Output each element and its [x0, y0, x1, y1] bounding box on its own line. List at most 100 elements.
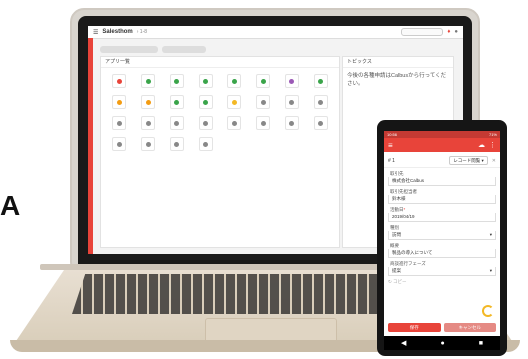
record-header: # 1 レコード閲覧 ▾ ✕ — [384, 152, 500, 168]
app-icon — [227, 74, 242, 88]
app-tile[interactable] — [165, 137, 190, 152]
app-icon — [313, 74, 328, 88]
app-tile[interactable] — [222, 116, 247, 131]
app-icon — [141, 74, 156, 88]
record-mode-select[interactable]: レコード閲覧 ▾ — [449, 156, 488, 165]
field-input[interactable]: 株式会社Calbus — [388, 177, 496, 186]
more-icon[interactable]: ⋮ — [489, 141, 496, 149]
app-tile[interactable] — [165, 116, 190, 131]
app-tile[interactable] — [280, 116, 305, 131]
app-icon — [256, 74, 271, 88]
app-tile[interactable] — [136, 74, 161, 89]
app-topbar: ☰ Salesthom › 1-8 ♦ ● — [88, 26, 463, 39]
app-icon — [169, 137, 184, 151]
app-tile[interactable] — [222, 95, 247, 110]
field-label: 取引先 — [390, 171, 404, 176]
field-label: 活動日* — [390, 207, 406, 212]
save-button[interactable]: 保存 — [388, 323, 441, 332]
filter-pill-1[interactable] — [100, 45, 158, 53]
form-field: 取引先担当者 鈴木様 — [388, 187, 496, 204]
field-label: 種別 — [390, 225, 399, 230]
app-icon — [112, 137, 127, 151]
app-tile[interactable] — [251, 74, 276, 89]
field-select[interactable]: 訪問 ▾ — [388, 231, 496, 240]
form-field: 取引先 株式会社Calbus — [388, 169, 496, 186]
app-tile[interactable] — [193, 137, 218, 152]
hamburger-icon[interactable]: ≡ — [388, 141, 393, 150]
app-tile[interactable] — [165, 95, 190, 110]
phone-status-bar: 10:56 71% — [384, 131, 500, 138]
app-icon — [169, 116, 184, 130]
field-input[interactable]: 製品の導入について — [388, 249, 496, 258]
topics-title: トピックス — [343, 57, 453, 68]
status-time: 10:56 — [387, 132, 398, 137]
app-icon — [141, 116, 156, 130]
brand-logo[interactable]: Salesthom — [102, 29, 132, 35]
app-icon — [198, 95, 213, 109]
recents-icon[interactable]: ■ — [479, 340, 483, 347]
app-tile[interactable] — [165, 74, 190, 89]
app-icon — [227, 116, 242, 130]
app-icon — [112, 116, 127, 130]
app-icon — [284, 95, 299, 109]
app-tile[interactable] — [251, 95, 276, 110]
field-input[interactable]: 鈴木様 — [388, 195, 496, 204]
app-tile[interactable] — [308, 95, 333, 110]
field-select[interactable]: 提案 ▾ — [388, 267, 496, 276]
app-tile[interactable] — [107, 116, 132, 131]
app-icon — [169, 95, 184, 109]
form-field: 活動日* 2019/04/19 — [388, 205, 496, 222]
app-icon — [141, 95, 156, 109]
app-tile[interactable] — [107, 95, 132, 110]
chevron-down-icon: ▾ — [489, 268, 492, 273]
keyboard — [72, 274, 402, 314]
app-icon — [313, 116, 328, 130]
record-number: # 1 — [388, 157, 395, 164]
app-tile[interactable] — [222, 74, 247, 89]
app-tile[interactable] — [280, 95, 305, 110]
app-tile[interactable] — [136, 95, 161, 110]
phone-app-bar: ≡ ☁ ⋮ — [384, 138, 500, 152]
menu-icon[interactable]: ☰ — [93, 29, 98, 36]
status-battery: 71% — [488, 132, 497, 137]
field-input[interactable]: 2019/04/19 — [388, 213, 496, 222]
form-field: 概要 製品の導入について — [388, 241, 496, 258]
app-icon — [284, 74, 299, 88]
form-field: 種別 訪問 ▾ — [388, 223, 496, 240]
app-tile[interactable] — [107, 74, 132, 89]
sidebar — [88, 38, 93, 254]
back-icon[interactable]: ◀ — [401, 339, 406, 347]
app-tile[interactable] — [280, 74, 305, 89]
record-fields: 取引先 株式会社Calbus 取引先担当者 鈴木様 活動日* 2019/04/19 種別 訪問… — [384, 169, 500, 276]
user-icon[interactable]: ● — [454, 29, 458, 35]
form-field: 商談進行フェーズ 提案 ▾ — [388, 259, 496, 276]
app-tile[interactable] — [193, 74, 218, 89]
app-tile[interactable] — [107, 137, 132, 152]
app-icon — [112, 74, 127, 88]
loading-spinner-icon — [482, 305, 494, 317]
app-tile[interactable] — [308, 74, 333, 89]
app-tile[interactable] — [136, 116, 161, 131]
app-icon — [169, 74, 184, 88]
app-icon — [227, 95, 242, 109]
app-tile[interactable] — [136, 137, 161, 152]
app-tile[interactable] — [193, 116, 218, 131]
copy-link[interactable]: ↻ コピー — [388, 279, 496, 285]
field-label: 概要 — [390, 243, 399, 248]
app-tile[interactable] — [193, 95, 218, 110]
scene: A ☰ Salesthom › 1-8 ♦ ● アプリ一覧 トピックス 今後の各… — [0, 0, 528, 359]
close-icon[interactable]: ✕ — [492, 158, 496, 164]
stage-letter: A — [0, 190, 21, 221]
app-icon — [112, 95, 127, 109]
bell-icon[interactable]: ♦ — [447, 29, 450, 35]
app-tile[interactable] — [308, 116, 333, 131]
app-tile[interactable] — [251, 116, 276, 131]
topics-text: 今後の各種申請はCalbusから行ってください。 — [347, 73, 447, 87]
filter-pill-2[interactable] — [162, 45, 206, 53]
app-icon — [198, 116, 213, 130]
search-input[interactable] — [401, 28, 444, 36]
home-icon[interactable]: ● — [440, 340, 444, 347]
filter-bar — [100, 44, 450, 54]
cancel-button[interactable]: キャンセル — [443, 323, 496, 332]
chevron-down-icon: ▾ — [489, 232, 492, 237]
